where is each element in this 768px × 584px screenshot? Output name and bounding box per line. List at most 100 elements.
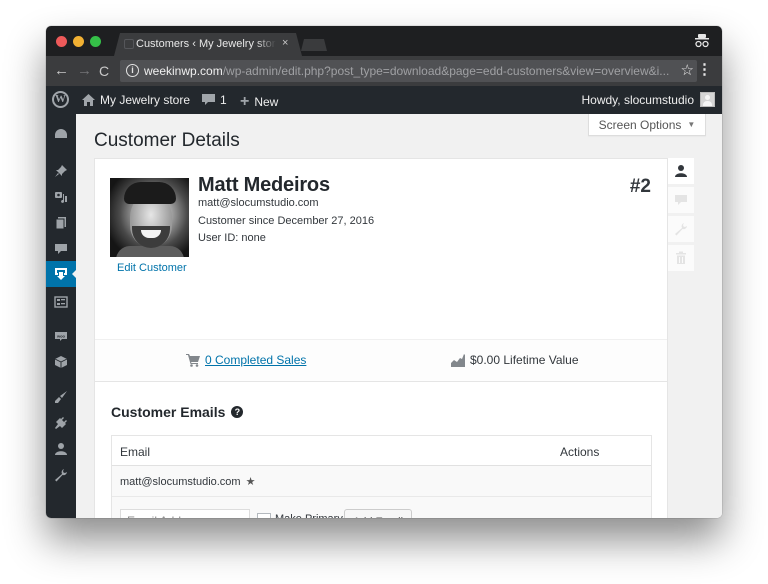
email-cell: matt@slocumstudio.com ★ xyxy=(120,475,256,489)
primary-star-icon: ★ xyxy=(245,476,256,488)
cart-icon xyxy=(186,353,200,367)
sidebar-item-appearance[interactable] xyxy=(46,384,76,410)
box-icon xyxy=(54,356,68,368)
comment-icon xyxy=(202,94,215,105)
sidebar-item-posts[interactable] xyxy=(46,158,76,184)
area-chart-icon xyxy=(451,353,465,367)
dashboard-icon xyxy=(55,129,67,138)
customer-id: #2 xyxy=(629,176,651,197)
pages-icon xyxy=(55,217,66,230)
tab-customer-tools[interactable] xyxy=(668,216,694,242)
download-icon xyxy=(55,268,67,280)
user-icon xyxy=(675,165,687,177)
table-row: matt@slocumstudio.com ★ xyxy=(112,466,651,497)
tab-close-icon[interactable]: × xyxy=(282,37,288,49)
new-label: New xyxy=(254,95,279,109)
sidebar-item-woocommerce[interactable]: woo xyxy=(46,323,76,349)
admin-sidebar: woo xyxy=(46,114,77,518)
sidebar-item-downloads[interactable] xyxy=(46,261,77,287)
lifetime-value-text: $0.00 Lifetime Value xyxy=(470,353,579,367)
url-path: /wp-admin/edit.php?post_type=download&pa… xyxy=(222,64,670,78)
comments-count: 1 xyxy=(220,93,227,107)
sidebar-item-users[interactable] xyxy=(46,436,76,462)
user-avatar-icon[interactable] xyxy=(700,92,715,107)
back-button[interactable]: ← xyxy=(54,62,69,80)
url-text[interactable]: weekinwp.com/wp-admin/edit.php?post_type… xyxy=(144,64,669,78)
customer-emails-heading: Customer Emails ? xyxy=(111,404,244,420)
url-host: weekinwp.com xyxy=(144,64,223,78)
sidebar-item-dashboard[interactable] xyxy=(46,121,76,147)
add-email-button[interactable]: Add Email xyxy=(344,509,412,518)
completed-sales-link[interactable]: 0 Completed Sales xyxy=(186,353,306,367)
brush-icon xyxy=(55,391,67,403)
sidebar-item-plugins[interactable] xyxy=(46,410,76,436)
admin-bar-account[interactable]: Howdy, slocumstudio xyxy=(582,93,695,107)
sidebar-item-media[interactable] xyxy=(46,184,76,210)
tab-strip: Customers ‹ My Jewelry store × xyxy=(46,26,722,56)
customer-user-id: User ID: none xyxy=(198,232,266,244)
caret-down-icon: ▼ xyxy=(687,120,696,129)
add-email-row: Make Primary Add Email xyxy=(112,497,651,518)
sidebar-item-pages[interactable] xyxy=(46,210,76,236)
bookmark-star-icon[interactable]: ☆ xyxy=(681,61,694,79)
table-header: Email Actions xyxy=(112,436,651,466)
admin-bar-site-link[interactable]: My Jewelry store xyxy=(82,93,190,107)
help-icon[interactable]: ? xyxy=(231,406,244,418)
browser-window: Customers ‹ My Jewelry store × ← → C i w… xyxy=(46,26,722,518)
browser-tab-customers[interactable]: Customers ‹ My Jewelry store × xyxy=(114,33,302,56)
close-window-button[interactable] xyxy=(56,36,67,47)
maximize-window-button[interactable] xyxy=(90,36,101,47)
main-content: Screen Options ▼ Customer Details Edit C… xyxy=(76,114,722,518)
favicon-icon xyxy=(124,39,134,49)
wrench-icon xyxy=(675,223,687,236)
make-primary-checkbox[interactable] xyxy=(257,513,271,518)
new-tab-button[interactable] xyxy=(301,39,327,51)
tab-customer-profile[interactable] xyxy=(668,158,694,184)
comment-icon xyxy=(675,195,687,205)
wrench-icon xyxy=(55,469,67,482)
sidebar-item-products[interactable] xyxy=(46,349,76,375)
forward-button[interactable]: → xyxy=(77,62,92,80)
sidebar-item-tools[interactable] xyxy=(46,462,76,488)
tab-customer-notes[interactable] xyxy=(668,187,694,213)
lifetime-value: $0.00 Lifetime Value xyxy=(451,353,579,367)
admin-bar-comments[interactable]: 1 xyxy=(202,93,227,107)
plus-icon: + xyxy=(240,93,250,110)
wp-admin-bar: W My Jewelry store 1 + New Howdy, slocum… xyxy=(46,86,722,114)
customer-emails-title: Customer Emails xyxy=(111,404,226,420)
screen-options-label: Screen Options xyxy=(598,117,682,132)
sidebar-item-forms[interactable] xyxy=(46,289,76,315)
home-icon xyxy=(82,94,95,106)
customer-since: Customer since December 27, 2016 xyxy=(198,215,375,227)
email-address-input[interactable] xyxy=(120,509,250,518)
page-title: Customer Details xyxy=(94,130,240,151)
customer-emails-table: Email Actions matt@slocumstudio.com ★ Ma… xyxy=(111,435,652,518)
sidebar-item-comments[interactable] xyxy=(46,236,76,262)
media-icon xyxy=(55,192,67,203)
woo-icon: woo xyxy=(55,332,67,341)
column-header-actions: Actions xyxy=(560,445,600,459)
trash-icon xyxy=(676,251,686,264)
minimize-window-button[interactable] xyxy=(73,36,84,47)
comment-icon xyxy=(55,244,67,254)
make-primary-label: Make Primary xyxy=(275,513,343,518)
completed-sales-text: 0 Completed Sales xyxy=(205,353,307,367)
screen-options-button[interactable]: Screen Options ▼ xyxy=(588,114,706,136)
customer-card: Edit Customer Matt Medeiros matt@slocums… xyxy=(94,158,668,518)
column-header-email: Email xyxy=(120,445,151,459)
customer-stats: 0 Completed Sales $0.00 Lifetime Value xyxy=(95,339,667,382)
browser-menu-icon[interactable]: ⋮ xyxy=(697,61,712,79)
customer-name: Matt Medeiros xyxy=(198,174,330,196)
tab-customer-delete[interactable] xyxy=(668,245,694,271)
wordpress-logo-icon[interactable]: W xyxy=(52,91,69,108)
site-info-icon[interactable]: i xyxy=(126,64,139,77)
edit-customer-link[interactable]: Edit Customer xyxy=(117,262,187,274)
site-name: My Jewelry store xyxy=(100,93,191,107)
admin-bar-new[interactable]: + New xyxy=(240,93,278,111)
address-bar[interactable]: i weekinwp.com/wp-admin/edit.php?post_ty… xyxy=(120,60,697,82)
email-address: matt@slocumstudio.com xyxy=(120,475,241,488)
incognito-icon xyxy=(695,34,709,48)
customer-tabs xyxy=(668,158,722,518)
customer-email: matt@slocumstudio.com xyxy=(198,197,319,209)
reload-button[interactable]: C xyxy=(99,62,109,80)
